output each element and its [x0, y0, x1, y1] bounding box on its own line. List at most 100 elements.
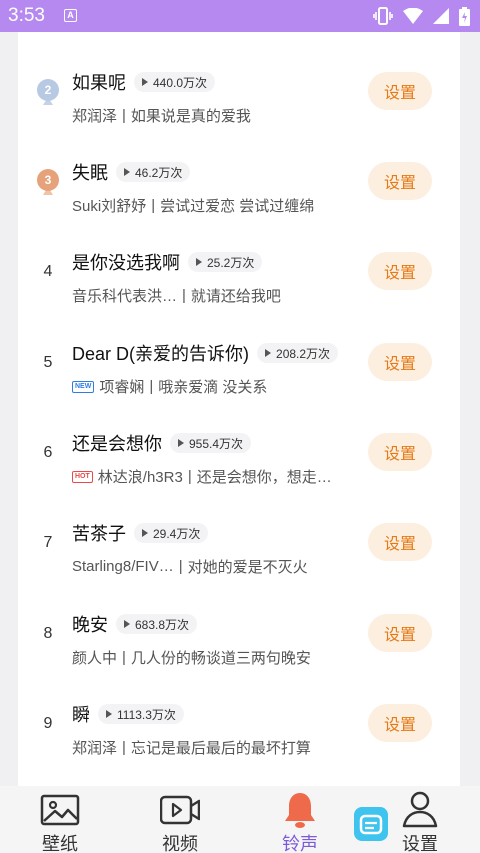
set-ringtone-button[interactable]: 设置	[368, 614, 432, 652]
status-bar: 3:53 A	[0, 0, 480, 32]
vibrate-icon	[373, 7, 393, 25]
set-ringtone-button[interactable]: 设置	[368, 523, 432, 561]
list-item[interactable]: 8 晚安 683.8万次 颜人中 | 几人份的畅谈道三两句晚安 设置	[18, 589, 460, 679]
lyric: 几人份的畅谈道三两句晚安	[130, 650, 311, 667]
play-count: 955.4万次	[170, 433, 252, 453]
battery-icon	[459, 6, 470, 26]
play-icon	[124, 620, 130, 628]
separator: |	[178, 558, 183, 575]
hot-badge: HOT	[72, 470, 93, 483]
artist: Starling8/FIV…	[72, 558, 174, 575]
play-count: 29.4万次	[134, 523, 209, 543]
lyric: 就请还给我吧	[190, 288, 281, 305]
song-subtitle: NEW 项睿娴 | 哦亲爱滴 没关系	[72, 376, 362, 397]
artist: 项睿娴	[99, 379, 145, 396]
song-subtitle: 颜人中 | 几人份的畅谈道三两句晚安	[72, 647, 362, 668]
list-item[interactable]: 2 如果呢 440.0万次 郑润泽 | 如果说是真的爱我 设置	[18, 47, 460, 137]
song-title: 失眠	[72, 163, 108, 183]
set-ringtone-button[interactable]: 设置	[368, 704, 432, 742]
rank-badge: 2	[32, 76, 64, 108]
tab-wallpaper[interactable]: 壁纸	[0, 786, 120, 853]
song-title: 瞬	[72, 705, 90, 725]
status-icons	[373, 6, 470, 26]
status-time: 3:53	[8, 5, 45, 26]
tab-label: 视频	[162, 834, 198, 853]
play-count: 683.8万次	[116, 614, 198, 634]
play-count: 208.2万次	[257, 343, 339, 363]
separator: |	[151, 197, 156, 214]
signal-icon	[433, 8, 449, 24]
separator: |	[122, 649, 126, 666]
tab-label: 壁纸	[42, 834, 78, 853]
lyric: 尝试过爱恋 尝试过缠绵	[160, 198, 315, 215]
song-subtitle: HOT 林达浪/h3R3 | 还是会想你，想走…	[72, 466, 362, 487]
song-title: 晚安	[72, 615, 108, 635]
play-icon	[265, 349, 272, 357]
rank-number: 7	[43, 534, 53, 551]
song-title: 如果呢	[72, 73, 126, 93]
song-subtitle: 郑润泽 | 如果说是真的爱我	[72, 105, 362, 126]
set-ringtone-button[interactable]: 设置	[368, 343, 432, 381]
lyric: 哦亲爱滴 没关系	[158, 379, 268, 396]
lyric: 如果说是真的爱我	[130, 108, 251, 125]
song-title: 还是会想你	[72, 434, 162, 454]
bell-icon	[285, 793, 315, 828]
song-subtitle: 音乐科代表洪… | 就请还给我吧	[72, 285, 362, 306]
song-subtitle: 郑润泽 | 忘记是最后最后的最坏打算	[72, 737, 362, 758]
list-item[interactable]: 5 Dear D(亲爱的告诉你) 208.2万次 NEW 项睿娴 | 哦亲爱滴 …	[18, 318, 460, 408]
list-item[interactable]: 3 失眠 46.2万次 Suki刘舒妤 | 尝试过爱恋 尝试过缠绵 设置	[18, 137, 460, 227]
list-item[interactable]: 6 还是会想你 955.4万次 HOT 林达浪/h3R3 | 还是会想你，想走……	[18, 408, 460, 498]
artist: Suki刘舒妤	[72, 198, 147, 215]
lyric: 对她的爱是不灭火	[187, 559, 308, 576]
separator: |	[122, 739, 126, 756]
play-icon	[178, 439, 184, 447]
play-icon	[142, 78, 148, 86]
rank-number: 5	[43, 354, 53, 371]
play-icon	[142, 529, 148, 537]
song-title: 苦茶子	[72, 524, 126, 544]
new-badge: NEW	[72, 380, 95, 393]
play-icon	[196, 258, 202, 266]
separator: |	[149, 378, 154, 395]
tab-label: 铃声	[282, 834, 318, 853]
list-item[interactable]: 4 是你没选我啊 25.2万次 音乐科代表洪… | 就请还给我吧 设置	[18, 227, 460, 317]
artist: 郑润泽	[72, 740, 118, 757]
tab-ringtone[interactable]: 铃声	[240, 786, 360, 853]
user-icon	[402, 791, 438, 828]
play-count: 440.0万次	[134, 72, 216, 92]
bottom-tab-bar: 壁纸 视频 铃声 设置	[0, 786, 480, 853]
assistant-logo-icon[interactable]	[354, 807, 388, 841]
artist: 林达浪/h3R3	[97, 469, 183, 486]
rank-number: 4	[43, 263, 53, 280]
artist: 颜人中	[72, 650, 118, 667]
video-icon	[160, 795, 200, 825]
separator: |	[182, 287, 186, 304]
song-title: Dear D(亲爱的告诉你)	[72, 344, 250, 364]
silver-medal-icon: 2	[37, 79, 59, 105]
separator: |	[187, 468, 192, 485]
play-count: 25.2万次	[188, 252, 263, 272]
rank-number: 8	[43, 625, 53, 642]
song-subtitle: Suki刘舒妤 | 尝试过爱恋 尝试过缠绵	[72, 195, 362, 216]
notification-icon: A	[64, 9, 77, 22]
set-ringtone-button[interactable]: 设置	[368, 433, 432, 471]
wifi-icon	[403, 8, 423, 24]
list-item[interactable]: 7 苦茶子 29.4万次 Starling8/FIV… | 对她的爱是不灭火 设…	[18, 498, 460, 588]
play-count: 46.2万次	[116, 162, 191, 182]
tab-video[interactable]: 视频	[120, 786, 240, 853]
list-item[interactable]: 9 瞬 1113.3万次 郑润泽 | 忘记是最后最后的最坏打算 设置	[18, 679, 460, 769]
lyric: 还是会想你，想走…	[196, 469, 332, 486]
image-icon	[40, 794, 80, 826]
rank-number: 9	[43, 715, 53, 732]
song-title: 是你没选我啊	[72, 253, 180, 273]
set-ringtone-button[interactable]: 设置	[368, 252, 432, 290]
bronze-medal-icon: 3	[37, 169, 59, 195]
set-ringtone-button[interactable]: 设置	[368, 72, 432, 110]
ringtone-list[interactable]: 2 如果呢 440.0万次 郑润泽 | 如果说是真的爱我 设置 3 失眠 46.…	[18, 32, 460, 786]
rank-badge: 3	[32, 166, 64, 198]
artist: 音乐科代表洪…	[72, 288, 178, 305]
lyric: 忘记是最后最后的最坏打算	[130, 740, 311, 757]
play-icon	[124, 168, 130, 176]
set-ringtone-button[interactable]: 设置	[368, 162, 432, 200]
play-count: 1113.3万次	[98, 704, 184, 724]
